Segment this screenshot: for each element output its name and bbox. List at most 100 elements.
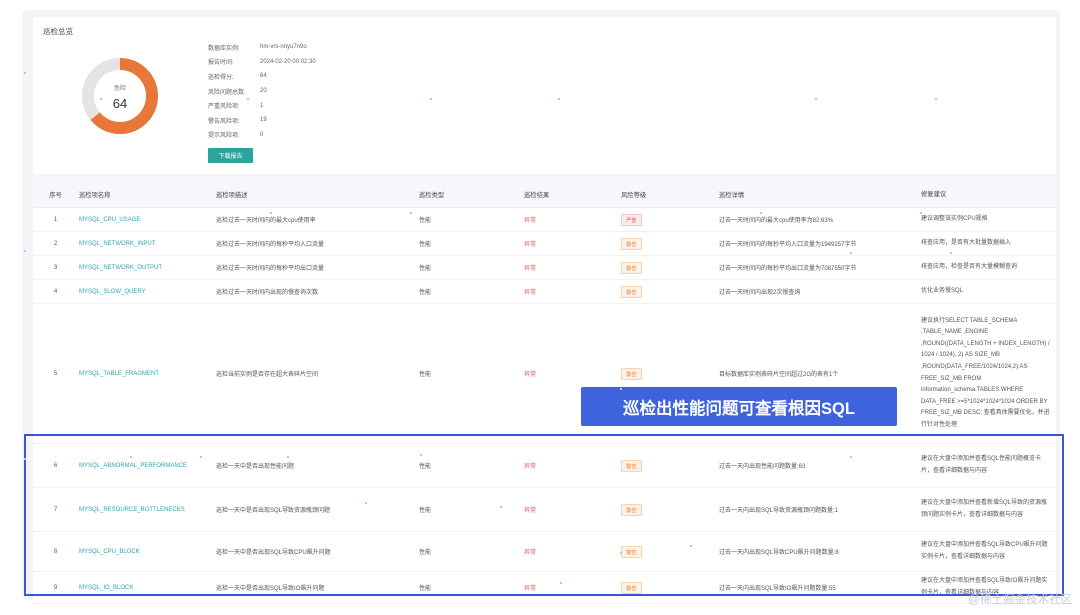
decorative-dot	[815, 98, 817, 100]
summary-info-value: 0	[260, 131, 264, 138]
cell-name: MYSQL_TABLE_FRAGMENT	[78, 371, 216, 377]
cell-advice: 建议调整该实例CPU规格	[921, 215, 988, 222]
summary-info-key: 严重风险项:	[208, 104, 240, 111]
decorative-dot	[410, 212, 412, 214]
decorative-dot	[920, 212, 922, 214]
table-row: 3 MYSQL_NETWORK_OUTPUT 巡检过去一天时间内的每秒平均出口流量 性…	[33, 256, 1056, 280]
decorative-dot	[850, 252, 852, 254]
decorative-dot	[935, 98, 937, 100]
cell-name: MYSQL_SLOW_QUERY	[78, 289, 216, 295]
cell-detail: 过去一天时间内的每秒平均入口流量为1949257字节	[719, 242, 857, 248]
donut-score-value: 64	[112, 96, 128, 111]
summary-title: 巡检总览	[43, 27, 73, 36]
cell-risk-level: 警告	[621, 367, 719, 380]
decorative-dot	[365, 502, 367, 504]
table-row: 5 MYSQL_TABLE_FRAGMENT 巡检当前实例是否存在超大表碎片空间 性能…	[33, 304, 1056, 444]
cell-description: 巡检过去一天时间内的每秒平均入口流量	[216, 242, 325, 248]
summary-info-row: 严重风险项: 1	[208, 98, 316, 113]
cell-index: 3	[53, 264, 58, 271]
summary-info-value: hm-vrs-nnyu7n9o	[260, 44, 307, 51]
cell-name: MYSQL_NETWORK_OUTPUT	[78, 265, 216, 271]
cell-type: 性能	[419, 242, 432, 248]
inspection-item-link[interactable]: MYSQL_CPU_USAGE	[79, 217, 140, 223]
summary-info-key: 提示风险项:	[208, 133, 240, 140]
inspection-item-link[interactable]: MYSQL_NETWORK_OUTPUT	[79, 265, 162, 271]
decorative-dot	[130, 456, 132, 458]
summary-info-key: 巡检得分:	[208, 74, 234, 81]
summary-info-key: 报告时间:	[208, 60, 234, 67]
cell-index: 1	[53, 216, 58, 223]
summary-info-row: 警告风险项: 19	[208, 113, 316, 128]
header-index: 序号	[49, 192, 62, 199]
summary-info-row: 巡检得分: 64	[208, 69, 316, 84]
table-row: 2 MYSQL_NETWORK_INPUT 巡检过去一天时间内的每秒平均入口流量 性能…	[33, 232, 1056, 256]
cell-index: 2	[53, 240, 58, 247]
decorative-dot	[560, 582, 562, 584]
summary-info-row: 数据库实例: hm-vrs-nnyu7n9o	[208, 40, 316, 55]
cell-index: 5	[53, 370, 58, 377]
cell-description: 巡检过去一天时间内出现的慢查询次数	[216, 290, 319, 296]
callout-banner: 巡检出性能问题可查看根因SQL	[581, 387, 897, 426]
inspection-summary-card: 巡检总览 危险 64 数据库实例: hm-vrs-nnyu7n9o 报告时间: 202…	[33, 17, 1056, 174]
cell-result: 异常	[524, 215, 621, 224]
table-row: 1 MYSQL_CPU_USAGE 巡检过去一天时间内的最大cpu使用率 性能 异常 严重…	[33, 208, 1056, 232]
cell-detail: 过去一天时间内的最大cpu使用率为82.63%	[719, 218, 834, 224]
cell-advice: 排查应用，检查是否有大量模糊查询	[921, 263, 1018, 270]
decorative-dot	[287, 506, 289, 508]
donut-risk-label: 危险	[113, 86, 126, 92]
summary-info-value: 1	[260, 102, 264, 109]
risk-level-badge: 警告	[621, 285, 642, 298]
header-result: 巡检结果	[524, 192, 550, 199]
risk-level-badge: 警告	[621, 367, 642, 380]
inspection-item-link[interactable]: MYSQL_SLOW_QUERY	[79, 289, 146, 295]
cell-name: MYSQL_NETWORK_INPUT	[78, 241, 216, 247]
summary-info-row: 报告时间: 2024-02-20 00:02:30	[208, 55, 316, 70]
risk-level-badge: 警告	[621, 261, 642, 274]
summary-info-key: 警告风险项:	[208, 118, 240, 125]
inspection-item-link[interactable]: MYSQL_NETWORK_INPUT	[79, 241, 155, 247]
cell-risk-level: 警告	[621, 285, 719, 298]
decorative-dot	[760, 212, 762, 214]
cell-type: 性能	[419, 218, 432, 224]
summary-info-row: 风险问题总数: 20	[208, 84, 316, 99]
result-status: 异常	[524, 372, 537, 378]
summary-info-row: 提示风险项: 0	[208, 128, 316, 143]
risk-level-badge: 严重	[621, 213, 642, 226]
decorative-dot	[950, 252, 952, 254]
download-report-button[interactable]: 下载报告	[208, 148, 253, 163]
decorative-dot	[690, 545, 692, 547]
header-name: 巡检项名称	[79, 192, 111, 199]
cell-result: 异常	[524, 239, 621, 248]
cell-result: 异常	[524, 287, 621, 296]
summary-info-key: 风险问题总数:	[208, 89, 246, 96]
decorative-dot	[200, 456, 202, 458]
summary-info-key: 数据库实例:	[208, 45, 240, 52]
table-header: 序号 巡检项名称 巡检项描述 巡检类型 巡检结果 风险等级 巡检详情 修复建议	[33, 182, 1056, 208]
cell-type: 性能	[419, 266, 432, 272]
decorative-dot	[558, 98, 560, 100]
header-advice: 修复建议	[921, 190, 947, 198]
cell-risk-level: 警告	[621, 237, 719, 250]
result-status: 异常	[524, 218, 537, 224]
summary-info-value: 2024-02-20 00:02:30	[260, 58, 316, 65]
score-donut-chart: 危险 64	[80, 56, 160, 136]
cell-description: 巡检过去一天时间内的每秒平均出口流量	[216, 266, 325, 272]
decorative-dot	[620, 552, 622, 554]
highlight-box	[24, 434, 1064, 596]
result-status: 异常	[524, 242, 537, 248]
decorative-dot	[24, 250, 26, 252]
cell-result: 异常	[524, 263, 621, 272]
cell-result: 异常	[524, 369, 621, 378]
watermark: @稀土掘金技术社区	[968, 594, 1072, 606]
cell-type: 性能	[419, 290, 432, 296]
header-description: 巡检项描述	[216, 192, 248, 199]
cell-description: 巡检过去一天时间内的最大cpu使用率	[216, 218, 316, 224]
decorative-dot	[620, 388, 622, 390]
result-status: 异常	[524, 290, 537, 296]
cell-risk-level: 警告	[621, 261, 719, 274]
cell-risk-level: 严重	[621, 213, 719, 226]
cell-advice: 建议执行SELECT TABLE_SCHEMA ,TABLE_NAME ,ENG…	[921, 317, 1050, 428]
header-risk-level: 风险等级	[621, 192, 647, 199]
header-type: 巡检类型	[419, 192, 445, 199]
inspection-item-link[interactable]: MYSQL_TABLE_FRAGMENT	[79, 371, 159, 377]
